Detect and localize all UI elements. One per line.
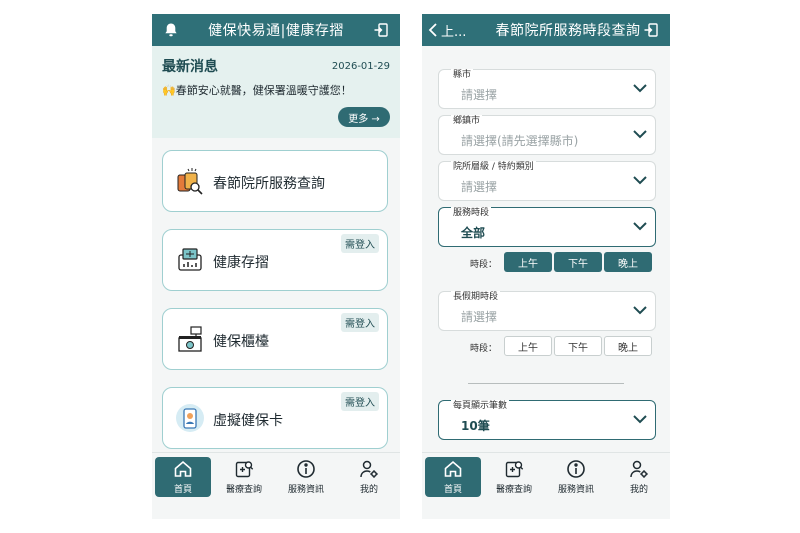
holiday-slot-morning-button[interactable]: 上午 bbox=[504, 336, 552, 356]
medical-search-icon bbox=[235, 461, 254, 478]
slot-evening-button[interactable]: 晚上 bbox=[604, 252, 652, 272]
field-label: 每頁顯示筆數 bbox=[451, 400, 510, 412]
service-period-select[interactable]: 服務時段 全部 bbox=[438, 207, 656, 247]
tab-home[interactable]: 首頁 bbox=[425, 457, 481, 497]
divider bbox=[468, 383, 624, 384]
tab-label: 首頁 bbox=[443, 485, 462, 495]
holiday-slot-evening-button[interactable]: 晚上 bbox=[604, 336, 652, 356]
chevron-down-icon bbox=[633, 176, 647, 185]
chevron-down-icon bbox=[633, 415, 647, 424]
tab-label: 服務資訊 bbox=[287, 485, 324, 495]
card-label: 健康存摺 bbox=[213, 255, 269, 271]
tab-label: 我的 bbox=[359, 485, 378, 495]
info-icon bbox=[297, 460, 315, 478]
clinic-level-select[interactable]: 院所層級 / 特約類別 請選擇 bbox=[438, 161, 656, 201]
chevron-down-icon bbox=[633, 84, 647, 93]
card-virtual-nhi-card[interactable]: 需登入 虛擬健保卡 bbox=[162, 387, 388, 449]
tab-bar: 首頁 醫療查詢 服務資訊 我的 bbox=[152, 452, 400, 499]
field-value: 10筆 bbox=[461, 419, 490, 433]
login-required-badge: 需登入 bbox=[341, 392, 379, 411]
tab-label: 醫療查詢 bbox=[495, 485, 532, 495]
chevron-down-icon bbox=[633, 306, 647, 315]
tab-bar: 首頁 醫療查詢 服務資訊 我的 bbox=[422, 452, 670, 499]
app-header: 上... 春節院所服務時段查詢 bbox=[422, 14, 670, 46]
tab-service-info[interactable]: 服務資訊 bbox=[548, 457, 604, 497]
field-value: 請選擇 bbox=[461, 180, 498, 194]
info-icon bbox=[567, 460, 585, 478]
slot-morning-button[interactable]: 上午 bbox=[504, 252, 552, 272]
virtual-card-icon bbox=[175, 403, 205, 433]
field-label: 院所層級 / 特約類別 bbox=[451, 161, 536, 173]
medical-search-icon bbox=[505, 461, 524, 478]
counter-icon bbox=[175, 324, 205, 354]
login-required-badge: 需登入 bbox=[341, 234, 379, 253]
app-header: 健保快易通|健康存摺 bbox=[152, 14, 400, 46]
field-label: 長假期時段 bbox=[451, 291, 501, 303]
chevron-down-icon bbox=[633, 130, 647, 139]
tab-service-info[interactable]: 服務資訊 bbox=[278, 457, 334, 497]
logout-icon[interactable] bbox=[642, 21, 660, 39]
page-title: 春節院所服務時段查詢 bbox=[495, 23, 641, 39]
home-screen: 健保快易通|健康存摺 最新消息 2026-01-29 🙌春節安心就醫，健保署溫暖… bbox=[152, 14, 400, 519]
bell-icon[interactable] bbox=[162, 21, 180, 39]
tab-medical-search[interactable]: 醫療查詢 bbox=[486, 457, 542, 497]
time-label: 時段： bbox=[470, 260, 498, 270]
page-size-select[interactable]: 每頁顯示筆數 10筆 bbox=[438, 400, 656, 440]
township-select[interactable]: 鄉鎮市 請選擇(請先選擇縣市) bbox=[438, 115, 656, 155]
user-settings-icon bbox=[630, 460, 648, 478]
tab-label: 我的 bbox=[629, 485, 648, 495]
field-value: 請選擇 bbox=[461, 310, 498, 324]
card-holiday-clinic-search[interactable]: 春節院所服務查詢 bbox=[162, 150, 388, 212]
health-passbook-icon bbox=[175, 245, 205, 275]
home-icon bbox=[174, 460, 192, 477]
holiday-period-select[interactable]: 長假期時段 請選擇 bbox=[438, 291, 656, 331]
news-panel: 最新消息 2026-01-29 🙌春節安心就醫，健保署溫暖守護您！ 更多 → bbox=[152, 46, 400, 138]
holiday-clinic-query-screen: 上... 春節院所服務時段查詢 縣市 請選擇 鄉鎮市 請選擇(請先選擇縣市) 院… bbox=[422, 14, 670, 519]
news-item[interactable]: 🙌春節安心就醫，健保署溫暖守護您！ bbox=[162, 82, 352, 98]
card-nhi-counter[interactable]: 需登入 健保櫃檯 bbox=[162, 308, 388, 370]
card-label: 春節院所服務查詢 bbox=[213, 176, 325, 192]
field-value: 請選擇(請先選擇縣市) bbox=[461, 134, 579, 148]
field-value: 全部 bbox=[461, 226, 486, 240]
slot-afternoon-button[interactable]: 下午 bbox=[554, 252, 602, 272]
holiday-slot-afternoon-button[interactable]: 下午 bbox=[554, 336, 602, 356]
chevron-left-icon bbox=[428, 23, 437, 37]
card-label: 虛擬健保卡 bbox=[213, 413, 283, 429]
tab-label: 服務資訊 bbox=[557, 485, 594, 495]
back-button[interactable]: 上... bbox=[428, 21, 467, 40]
tab-home[interactable]: 首頁 bbox=[155, 457, 211, 497]
time-label: 時段： bbox=[470, 344, 498, 354]
field-label: 縣市 bbox=[451, 69, 474, 81]
back-label: 上... bbox=[441, 24, 467, 40]
chevron-down-icon bbox=[633, 222, 647, 231]
field-label: 服務時段 bbox=[451, 207, 492, 219]
county-select[interactable]: 縣市 請選擇 bbox=[438, 69, 656, 109]
tab-mine[interactable]: 我的 bbox=[611, 457, 667, 497]
tab-mine[interactable]: 我的 bbox=[341, 457, 397, 497]
tab-label: 醫療查詢 bbox=[225, 485, 262, 495]
field-label: 鄉鎮市 bbox=[451, 115, 483, 127]
home-icon bbox=[444, 460, 462, 477]
field-value: 請選擇 bbox=[461, 88, 498, 102]
login-required-badge: 需登入 bbox=[341, 313, 379, 332]
service-slot-row: 時段： 上午 下午 晚上 bbox=[422, 252, 670, 272]
logout-icon[interactable] bbox=[372, 21, 390, 39]
card-health-passbook[interactable]: 需登入 健康存摺 bbox=[162, 229, 388, 291]
news-date: 2026-01-29 bbox=[331, 61, 390, 72]
tab-medical-search[interactable]: 醫療查詢 bbox=[216, 457, 272, 497]
user-settings-icon bbox=[360, 460, 378, 478]
news-title: 最新消息 bbox=[162, 59, 218, 75]
tab-label: 首頁 bbox=[173, 485, 192, 495]
holiday-slot-row: 時段： 上午 下午 晚上 bbox=[422, 336, 670, 356]
clinic-search-icon bbox=[175, 166, 205, 196]
card-label: 健保櫃檯 bbox=[213, 334, 269, 350]
more-button[interactable]: 更多 → bbox=[338, 107, 390, 127]
page-title: 健保快易通|健康存摺 bbox=[208, 23, 344, 39]
